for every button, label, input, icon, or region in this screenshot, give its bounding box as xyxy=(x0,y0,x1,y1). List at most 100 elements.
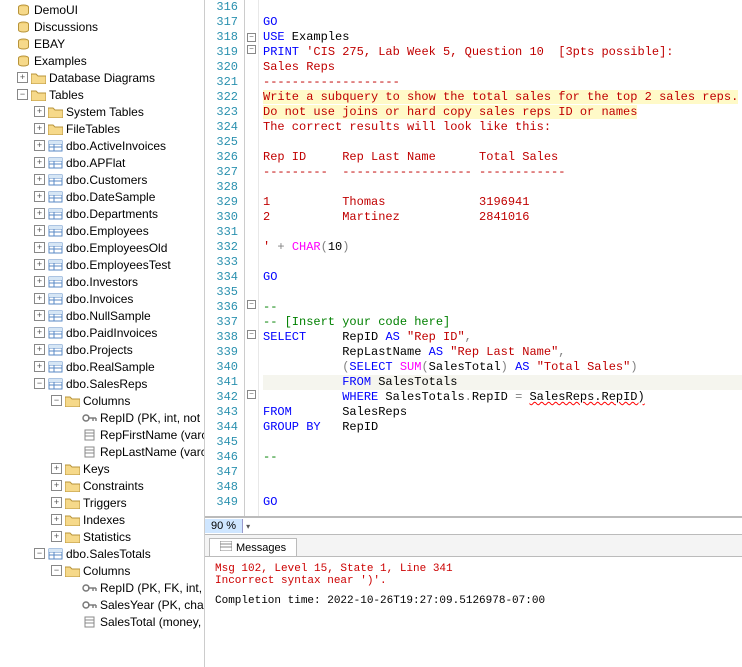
expand-toggle[interactable]: + xyxy=(34,242,45,253)
code-line[interactable] xyxy=(263,225,742,240)
tree-item[interactable]: EBAY xyxy=(0,35,204,52)
tree-item[interactable]: −Columns xyxy=(0,392,204,409)
expand-toggle[interactable]: + xyxy=(51,497,62,508)
results-tabstrip[interactable]: Messages xyxy=(205,535,742,557)
tree-item[interactable]: +System Tables xyxy=(0,103,204,120)
expand-toggle[interactable]: − xyxy=(51,565,62,576)
tree-item[interactable]: +dbo.PaidInvoices xyxy=(0,324,204,341)
code-line[interactable]: ' + CHAR(10) xyxy=(263,240,742,255)
expand-toggle[interactable]: + xyxy=(34,174,45,185)
tree-item[interactable]: +FileTables xyxy=(0,120,204,137)
expand-toggle[interactable]: + xyxy=(34,208,45,219)
tree-item[interactable]: RepFirstName (varch xyxy=(0,426,204,443)
fold-toggle[interactable]: − xyxy=(247,33,256,42)
tree-item[interactable]: +dbo.APFlat xyxy=(0,154,204,171)
tree-item[interactable]: RepID (PK, int, not n xyxy=(0,409,204,426)
code-line[interactable]: GO xyxy=(263,270,742,285)
code-line[interactable]: (SELECT SUM(SalesTotal) AS "Total Sales"… xyxy=(263,360,742,375)
expand-toggle[interactable]: + xyxy=(34,123,45,134)
expand-toggle[interactable]: + xyxy=(34,361,45,372)
tree-item[interactable]: +dbo.NullSample xyxy=(0,307,204,324)
tree-item[interactable]: +Database Diagrams xyxy=(0,69,204,86)
tree-item[interactable]: −dbo.SalesTotals xyxy=(0,545,204,562)
tree-item[interactable]: +dbo.EmployeesOld xyxy=(0,239,204,256)
zoom-dropdown-icon[interactable]: ▾ xyxy=(243,522,253,531)
code-line[interactable] xyxy=(263,465,742,480)
fold-toggle[interactable]: − xyxy=(247,330,256,339)
code-line[interactable]: Rep ID Rep Last Name Total Sales xyxy=(263,150,742,165)
code-line[interactable]: FROM SalesTotals xyxy=(263,375,742,390)
tree-item[interactable]: −Columns xyxy=(0,562,204,579)
code-line[interactable] xyxy=(263,135,742,150)
tree-item[interactable]: +dbo.ActiveInvoices xyxy=(0,137,204,154)
tree-item[interactable]: −Tables xyxy=(0,86,204,103)
expand-toggle[interactable]: + xyxy=(34,327,45,338)
expand-toggle[interactable]: + xyxy=(51,480,62,491)
expand-toggle[interactable]: + xyxy=(51,531,62,542)
code-line[interactable]: SELECT RepID AS "Rep ID", xyxy=(263,330,742,345)
expand-toggle[interactable]: + xyxy=(34,140,45,151)
expand-toggle[interactable]: + xyxy=(34,225,45,236)
tree-item[interactable]: +dbo.RealSample xyxy=(0,358,204,375)
code-line[interactable]: --------- ------------------ -----------… xyxy=(263,165,742,180)
code-line[interactable]: FROM SalesReps xyxy=(263,405,742,420)
fold-toggle[interactable]: − xyxy=(247,300,256,309)
code-line[interactable]: GROUP BY RepID xyxy=(263,420,742,435)
tree-item[interactable]: +dbo.Employees xyxy=(0,222,204,239)
tree-item[interactable]: DemoUI xyxy=(0,1,204,18)
expand-toggle[interactable]: + xyxy=(34,259,45,270)
expand-toggle[interactable]: + xyxy=(51,514,62,525)
code-line[interactable] xyxy=(263,255,742,270)
code-line[interactable]: -- [Insert your code here] xyxy=(263,315,742,330)
tree-item[interactable]: RepID (PK, FK, int, no xyxy=(0,579,204,596)
expand-toggle[interactable]: + xyxy=(34,310,45,321)
code-line[interactable]: 2 Martinez 2841016 xyxy=(263,210,742,225)
code-line[interactable]: Write a subquery to show the total sales… xyxy=(263,90,742,105)
code-line[interactable]: -- xyxy=(263,450,742,465)
tree-item[interactable]: Discussions xyxy=(0,18,204,35)
tree-item[interactable]: +dbo.Projects xyxy=(0,341,204,358)
tree-item[interactable]: +Triggers xyxy=(0,494,204,511)
code-line[interactable]: GO xyxy=(263,15,742,30)
fold-toggle[interactable]: − xyxy=(247,45,256,54)
code-line[interactable] xyxy=(263,435,742,450)
tree-item[interactable]: −dbo.SalesReps xyxy=(0,375,204,392)
code-line[interactable]: Sales Reps xyxy=(263,60,742,75)
code-line[interactable]: GO xyxy=(263,495,742,510)
code-line[interactable]: USE Examples xyxy=(263,30,742,45)
tree-item[interactable]: +Constraints xyxy=(0,477,204,494)
expand-toggle[interactable]: − xyxy=(34,378,45,389)
expand-toggle[interactable]: + xyxy=(34,344,45,355)
tab-messages[interactable]: Messages xyxy=(209,538,297,556)
code-line[interactable] xyxy=(263,285,742,300)
code-line[interactable]: WHERE SalesTotals.RepID = SalesReps.RepI… xyxy=(263,390,742,405)
messages-pane[interactable]: Msg 102, Level 15, State 1, Line 341 Inc… xyxy=(205,557,742,667)
tree-item[interactable]: SalesTotal (money, n xyxy=(0,613,204,630)
fold-toggle[interactable]: − xyxy=(247,390,256,399)
code-editor[interactable]: 3163173183193203213223233243253263273283… xyxy=(205,0,742,517)
tree-item[interactable]: +dbo.Departments xyxy=(0,205,204,222)
tree-item[interactable]: +Statistics xyxy=(0,528,204,545)
code-line[interactable]: Do not use joins or hard copy sales reps… xyxy=(263,105,742,120)
code-line[interactable] xyxy=(263,480,742,495)
expand-toggle[interactable]: + xyxy=(34,293,45,304)
tree-item[interactable]: +dbo.EmployeesTest xyxy=(0,256,204,273)
expand-toggle[interactable]: + xyxy=(34,276,45,287)
tree-item[interactable]: SalesYear (PK, char(4 xyxy=(0,596,204,613)
expand-toggle[interactable]: − xyxy=(34,548,45,559)
expand-toggle[interactable]: + xyxy=(17,72,28,83)
expand-toggle[interactable]: + xyxy=(34,106,45,117)
expand-toggle[interactable]: + xyxy=(34,191,45,202)
tree-item[interactable]: Examples xyxy=(0,52,204,69)
tree-item[interactable]: RepLastName (varch xyxy=(0,443,204,460)
zoom-bar[interactable]: 90 % ▾ xyxy=(205,517,742,535)
tree-item[interactable]: +dbo.Customers xyxy=(0,171,204,188)
tree-item[interactable]: +dbo.Investors xyxy=(0,273,204,290)
expand-toggle[interactable]: + xyxy=(34,157,45,168)
tree-item[interactable]: +Keys xyxy=(0,460,204,477)
code-line[interactable]: PRINT 'CIS 275, Lab Week 5, Question 10 … xyxy=(263,45,742,60)
tree-item[interactable]: +Indexes xyxy=(0,511,204,528)
code-line[interactable]: -- xyxy=(263,300,742,315)
code-line[interactable]: 1 Thomas 3196941 xyxy=(263,195,742,210)
fold-column[interactable]: − − − − − xyxy=(245,0,259,516)
